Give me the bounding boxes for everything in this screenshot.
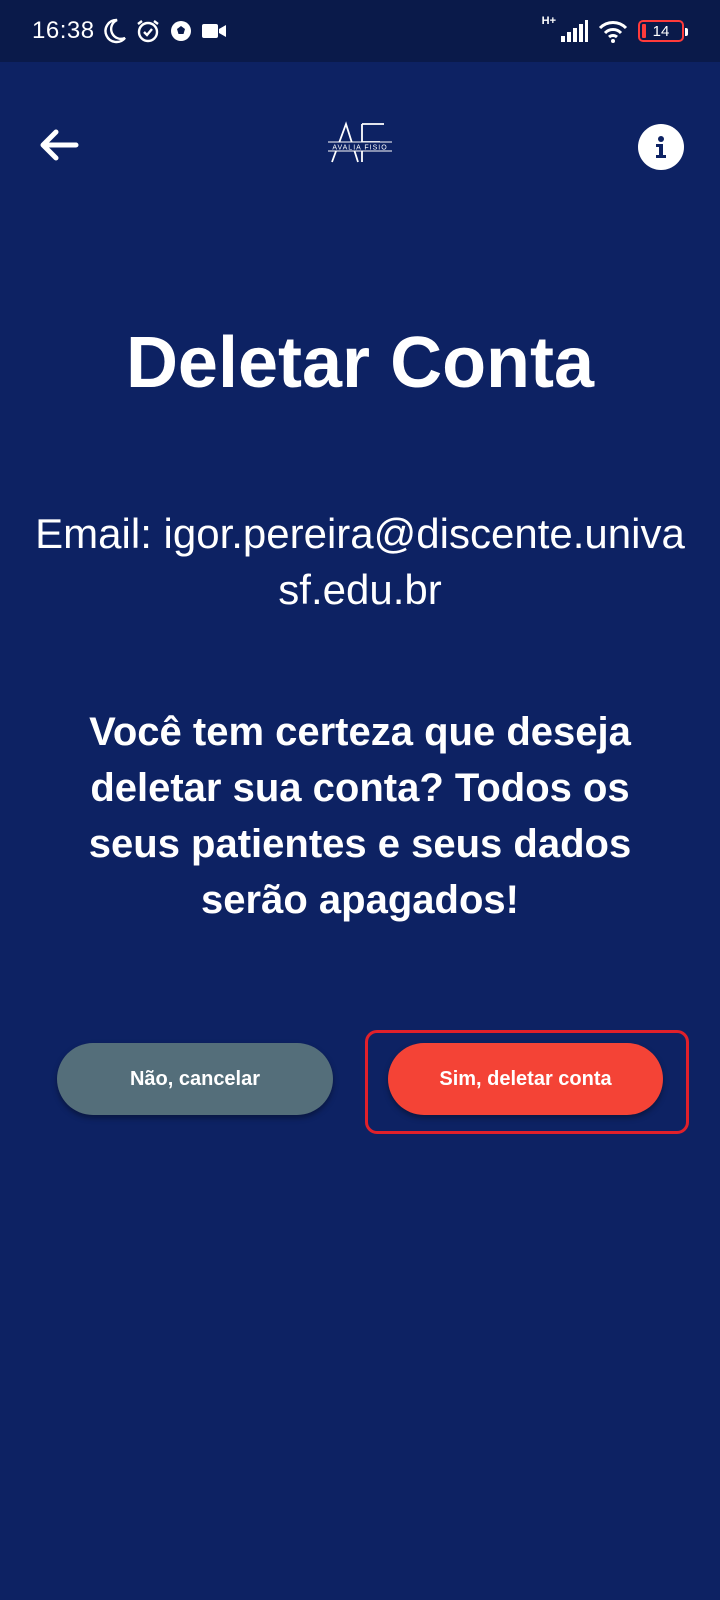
account-email: Email: igor.pereira@discente.univasf.edu… [35,510,685,613]
video-camera-icon [201,21,227,41]
app-logo: AVALIA FISIO [328,120,392,168]
app-bar: AVALIA FISIO [0,62,720,232]
status-bar-right: H+ 14 [542,15,688,43]
info-button[interactable] [638,124,684,170]
back-button[interactable] [36,122,82,168]
logo-subtext: AVALIA FISIO [332,145,387,152]
cancel-button[interactable]: Não, cancelar [57,1043,333,1115]
delete-warning: Você tem certeza que deseja deletar sua … [88,710,632,922]
signal-icon [560,20,588,42]
delete-button-label: Sim, deletar conta [439,1067,612,1090]
info-icon [656,136,666,158]
delete-account-button[interactable]: Sim, deletar conta [388,1043,663,1115]
soccer-ball-icon [169,19,193,43]
alarm-icon [135,18,161,44]
status-time: 16:38 [32,17,95,44]
battery-level: 14 [652,22,670,40]
battery-fill [642,24,646,38]
battery-icon: 14 [638,20,688,42]
status-bar: 16:38 H+ 14 [0,0,720,62]
cancel-button-label: Não, cancelar [129,1067,261,1090]
wifi-icon [598,19,628,43]
arrow-left-icon [40,129,79,161]
page-title: Deletar Conta [125,323,595,403]
status-bar-left: 16:38 [32,17,227,45]
network-type: H+ [541,15,556,27]
moon-icon [103,18,127,44]
